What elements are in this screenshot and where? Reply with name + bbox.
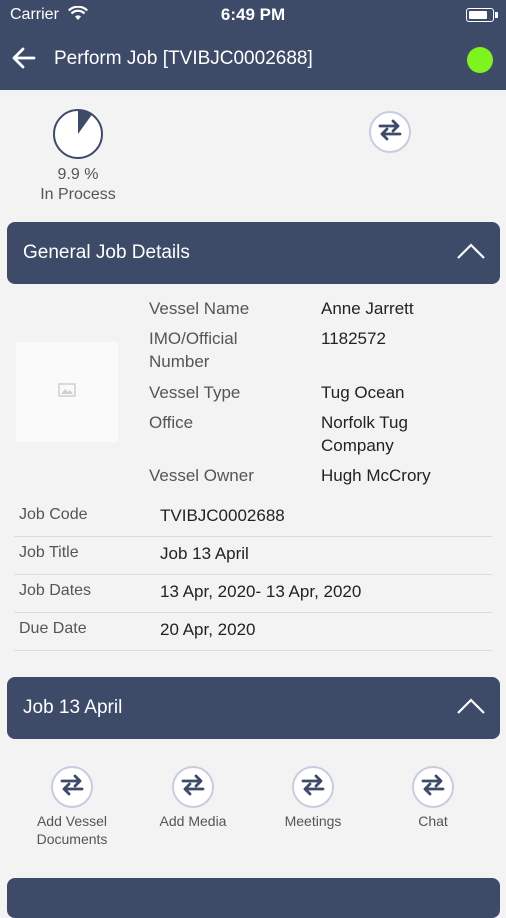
swap-button[interactable] — [369, 111, 411, 153]
back-arrow-icon[interactable] — [10, 44, 38, 72]
meetings-button[interactable] — [292, 766, 334, 808]
due-date-label: Due Date — [19, 620, 87, 637]
progress-pie — [53, 109, 103, 159]
general-job-details-header[interactable]: General Job Details — [7, 222, 500, 284]
add-media-button[interactable] — [172, 766, 214, 808]
office-value: Norfolk Tug Company — [321, 413, 408, 455]
vessel-name-value: Anne Jarrett — [321, 299, 414, 318]
clock: 6:49 PM — [220, 5, 286, 24]
due-date-row: Due Date 20 Apr, 2020 — [14, 612, 492, 651]
page-title: Perform Job [TVIBJC0002688] — [54, 48, 313, 69]
vessel-name-label: Vessel Name — [149, 299, 250, 318]
battery-icon — [466, 8, 498, 22]
online-status-indicator — [467, 47, 493, 73]
job-dates-label: Job Dates — [19, 582, 92, 599]
imo-number-label: IMO/Official Number — [149, 329, 238, 371]
chat-action[interactable]: Chat — [373, 766, 493, 830]
job-dates-row: Job Dates 13 Apr, 2020- 13 Apr, 2020 — [14, 574, 492, 613]
image-placeholder-icon — [58, 382, 76, 402]
vessel-owner-value: Hugh McCrory — [321, 466, 431, 485]
job-title-label: Job Title — [19, 544, 79, 561]
vessel-type-label: Vessel Type — [149, 383, 241, 402]
chat-button[interactable] — [412, 766, 454, 808]
next-section-header[interactable] — [7, 878, 500, 918]
nav-bar: Perform Job [TVIBJC0002688] — [0, 30, 506, 90]
progress-percent: 9.9 % — [57, 166, 99, 183]
add-vessel-documents-label: Add Vessel Documents — [36, 813, 108, 847]
job-title-row: Job Title Job 13 April — [14, 536, 492, 575]
section-title: Job 13 April — [23, 697, 123, 718]
swap-arrows-icon — [421, 774, 445, 801]
due-date-value: 20 Apr, 2020 — [160, 620, 256, 639]
meetings-label: Meetings — [284, 813, 342, 829]
swap-arrows-icon — [378, 119, 402, 146]
imo-number-value: 1182572 — [321, 329, 386, 348]
job-title-value: Job 13 April — [160, 544, 249, 563]
job-code-value: TVIBJC0002688 — [160, 506, 285, 525]
add-vessel-documents-action[interactable]: Add Vessel Documents — [12, 766, 132, 848]
swap-arrows-icon — [60, 774, 84, 801]
chat-label: Chat — [418, 813, 448, 829]
job-dates-value: 13 Apr, 2020- 13 Apr, 2020 — [160, 582, 362, 601]
status-bar: Carrier 6:49 PM — [0, 0, 506, 30]
job-progress: 9.9 % In Process — [30, 108, 126, 204]
swap-arrows-icon — [181, 774, 205, 801]
add-vessel-documents-button[interactable] — [51, 766, 93, 808]
chevron-up-icon[interactable] — [456, 697, 486, 720]
vessel-type-value: Tug Ocean — [321, 383, 405, 402]
job-section-header[interactable]: Job 13 April — [7, 677, 500, 739]
section-title: General Job Details — [23, 242, 190, 263]
office-label: Office — [149, 413, 194, 432]
add-media-action[interactable]: Add Media — [133, 766, 253, 830]
swap-arrows-icon — [301, 774, 325, 801]
add-media-label: Add Media — [159, 813, 227, 829]
chevron-up-icon[interactable] — [456, 242, 486, 265]
vessel-image-placeholder — [16, 342, 118, 442]
job-code-row: Job Code TVIBJC0002688 — [14, 498, 492, 537]
progress-status: In Process — [40, 186, 116, 203]
vessel-owner-label: Vessel Owner — [149, 466, 254, 485]
job-code-label: Job Code — [19, 506, 88, 523]
meetings-action[interactable]: Meetings — [253, 766, 373, 830]
